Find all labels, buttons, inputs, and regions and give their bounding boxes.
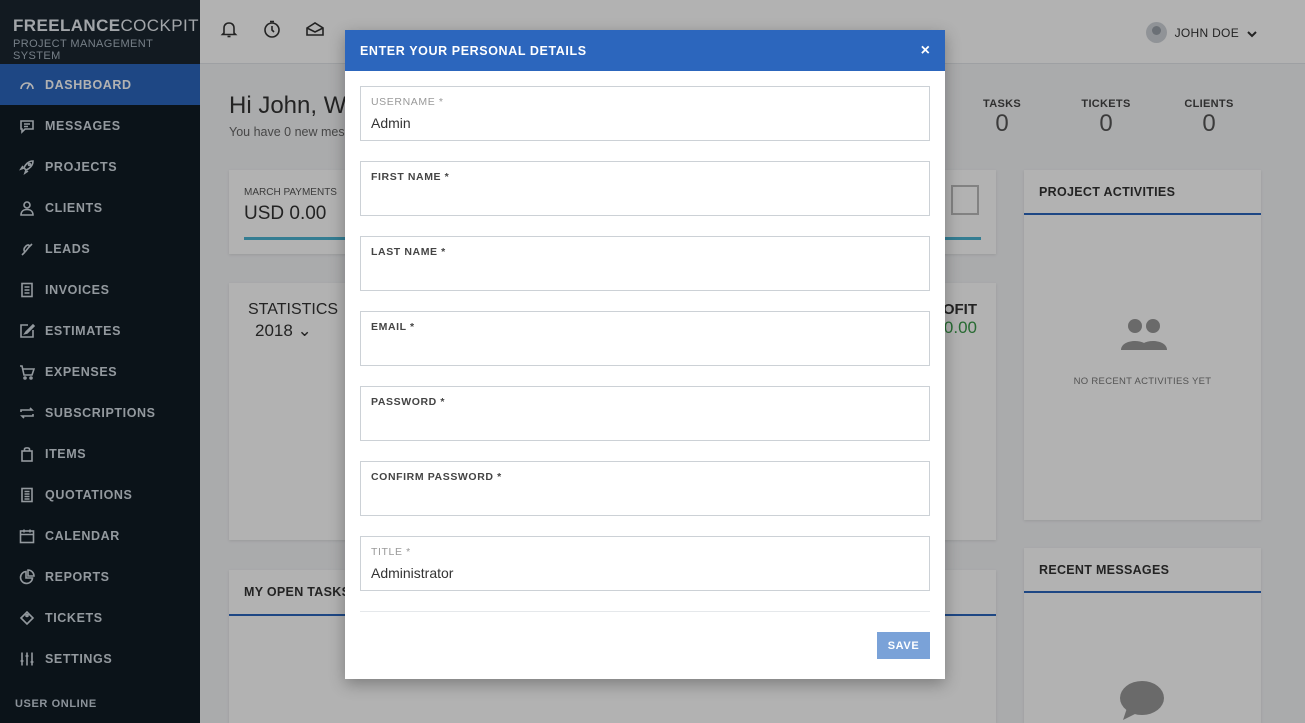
field-label: CONFIRM PASSWORD * [371,471,502,483]
first-name-field[interactable]: FIRST NAME * [360,161,930,216]
confirm-password-input[interactable] [371,488,919,508]
field-label: FIRST NAME * [371,171,450,183]
save-button[interactable]: SAVE [877,632,930,659]
field-label: USERNAME * [371,96,444,108]
email-field[interactable]: EMAIL * [360,311,930,366]
last-name-input[interactable] [371,263,919,283]
field-label: PASSWORD * [371,396,446,408]
title-field[interactable]: TITLE * [360,536,930,591]
email-input[interactable] [371,338,919,358]
first-name-input[interactable] [371,188,919,208]
username-field[interactable]: USERNAME * [360,86,930,141]
modal-header: ENTER YOUR PERSONAL DETAILS × [345,30,945,71]
modal-divider [360,611,930,612]
password-input[interactable] [371,413,919,433]
field-label: TITLE * [371,546,411,558]
title-input[interactable] [371,563,919,583]
username-input[interactable] [371,113,919,133]
modal-title: ENTER YOUR PERSONAL DETAILS [360,43,587,58]
field-label: EMAIL * [371,321,415,333]
last-name-field[interactable]: LAST NAME * [360,236,930,291]
personal-details-modal: ENTER YOUR PERSONAL DETAILS × USERNAME *… [345,30,945,679]
field-label: LAST NAME * [371,246,446,258]
password-field[interactable]: PASSWORD * [360,386,930,441]
close-icon[interactable]: × [921,42,930,59]
confirm-password-field[interactable]: CONFIRM PASSWORD * [360,461,930,516]
